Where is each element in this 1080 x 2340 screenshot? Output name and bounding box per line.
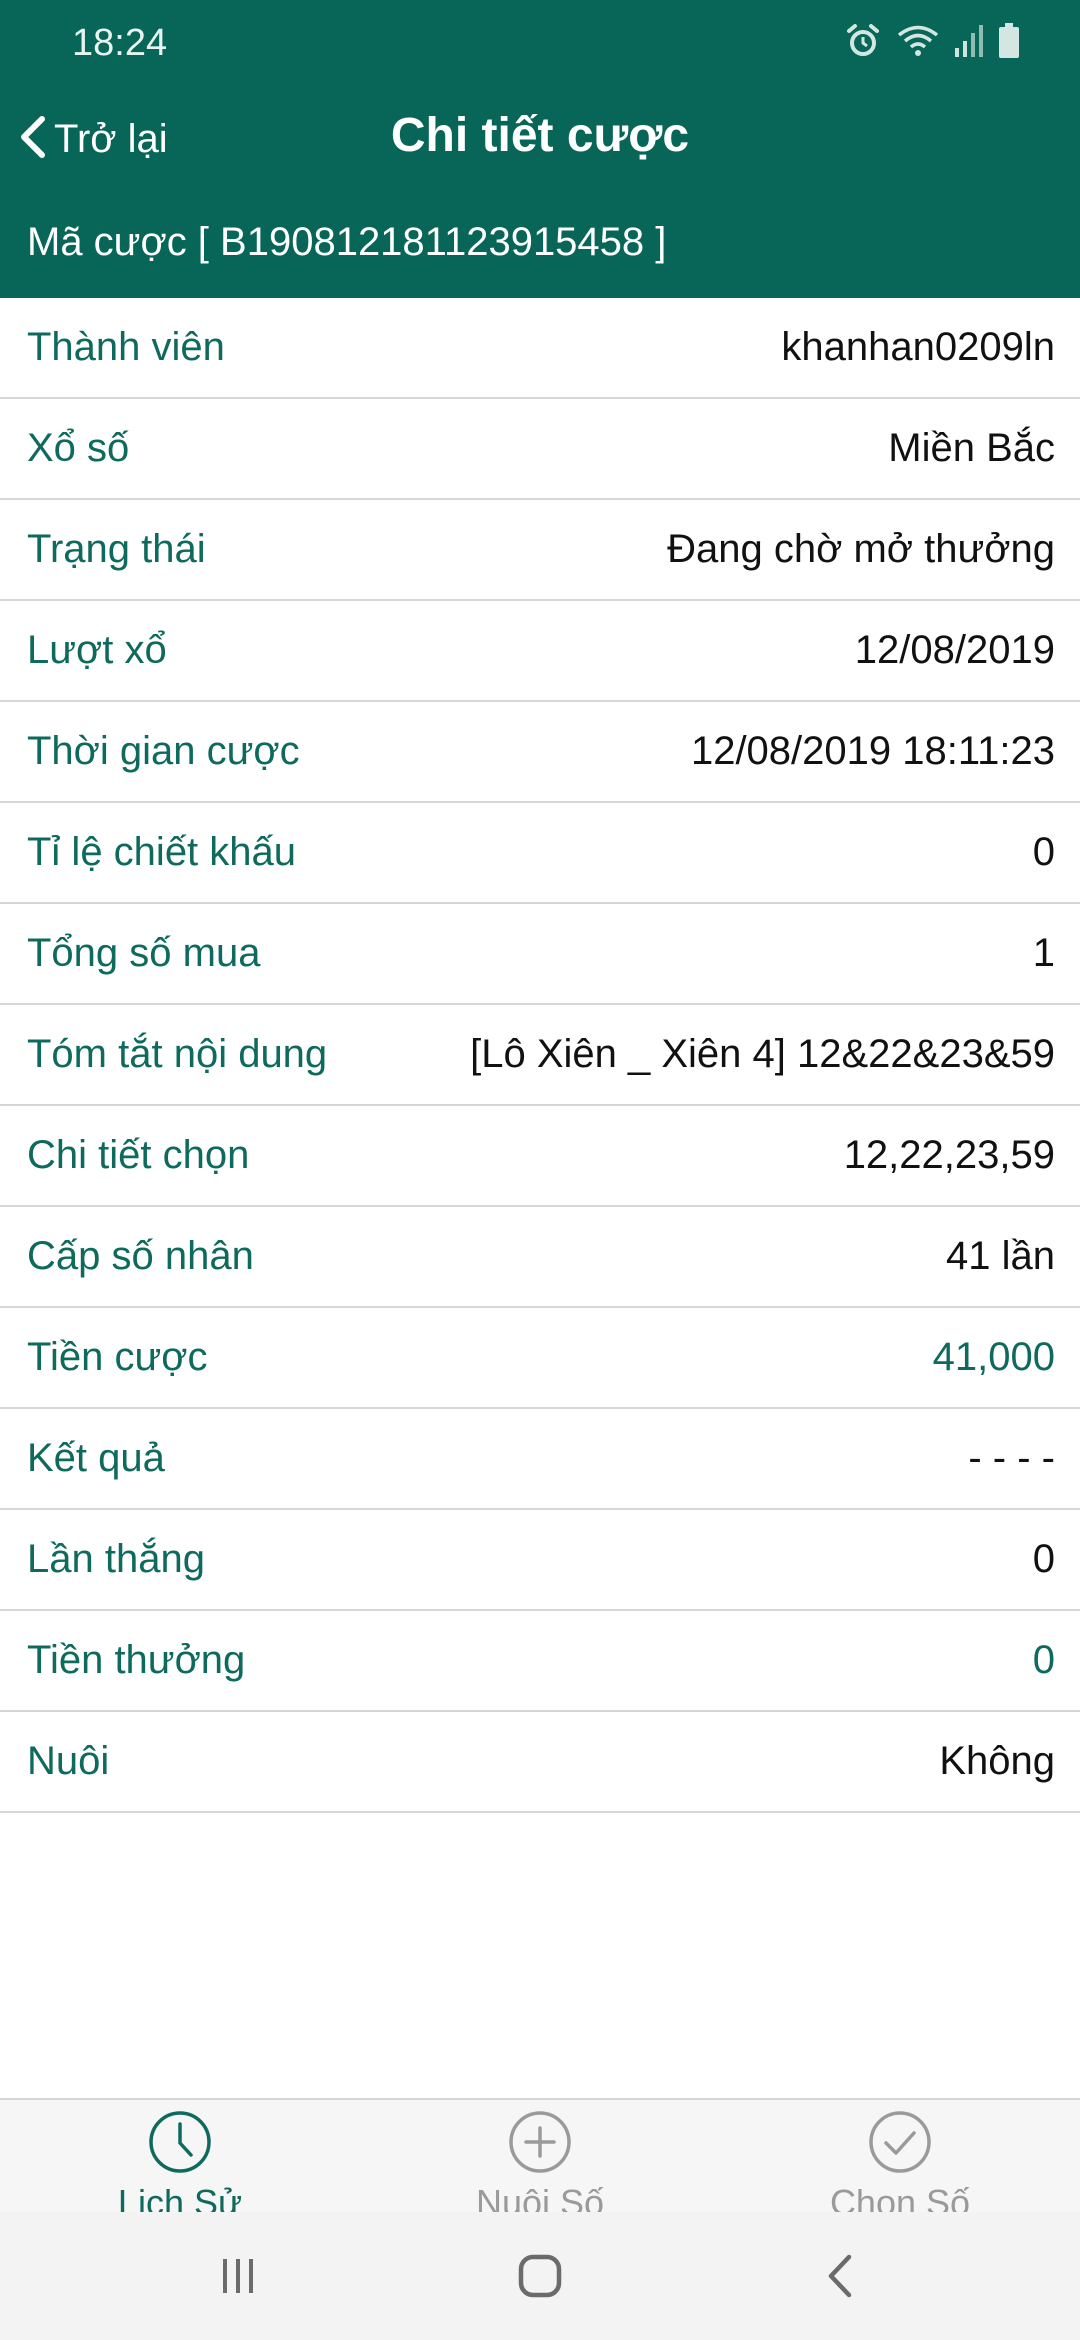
bet-code: Mã cược [ B190812181123915458 ] (27, 220, 667, 264)
detail-row-total-bought: Tổng số mua 1 (0, 904, 1080, 1005)
detail-value: 1 (1032, 931, 1055, 975)
home-icon[interactable] (510, 2246, 570, 2306)
detail-value: khanhan0209ln (781, 325, 1055, 369)
system-navigation-bar (0, 2212, 1080, 2340)
detail-row-selection: Chi tiết chọn 12,22,23,59 (0, 1106, 1080, 1207)
signal-icon (954, 24, 984, 58)
alarm-icon (844, 22, 882, 60)
detail-label: Cấp số nhân (27, 1234, 254, 1278)
detail-label: Tiền cược (27, 1335, 208, 1379)
detail-label: Trạng thái (27, 527, 206, 571)
battery-icon (998, 23, 1020, 59)
detail-row-member: Thành viên khanhan0209ln (0, 298, 1080, 399)
detail-row-multiplier: Cấp số nhân 41 lần (0, 1207, 1080, 1308)
detail-label: Tiền thưởng (27, 1638, 246, 1682)
tab-pick-numbers[interactable]: Chọn Số (720, 2100, 1080, 2223)
detail-row-prize: Tiền thưởng 0 (0, 1611, 1080, 1712)
plus-circle-icon (507, 2109, 573, 2180)
status-icons (844, 22, 1020, 60)
detail-label: Lượt xổ (27, 628, 167, 672)
page-title: Chi tiết cược (390, 109, 690, 162)
detail-value: Không (939, 1739, 1055, 1783)
detail-label: Nuôi (27, 1739, 110, 1783)
detail-label: Tỉ lệ chiết khấu (27, 830, 297, 874)
clock-icon (147, 2109, 213, 2180)
detail-row-lottery: Xổ số Miền Bắc (0, 399, 1080, 500)
detail-row-raise: Nuôi Không (0, 1712, 1080, 1813)
detail-value: - - - - (968, 1436, 1055, 1480)
header: 18:24 Trở lại Chi tiết cược Mã cược [B1… (0, 0, 1080, 298)
detail-label: Thành viên (27, 325, 225, 369)
detail-value: 41,000 (932, 1335, 1055, 1379)
wifi-icon (896, 23, 940, 59)
back-icon[interactable] (812, 2246, 872, 2306)
detail-label: Thời gian cược (27, 729, 300, 773)
status-bar: 18:24 (0, 0, 1080, 90)
detail-value: 41 lần (946, 1234, 1055, 1278)
detail-value: 0 (1032, 830, 1055, 874)
detail-value: 0 (1032, 1537, 1055, 1581)
detail-row-discount: Tỉ lệ chiết khấu 0 (0, 803, 1080, 904)
detail-value: Miền Bắc (888, 426, 1055, 470)
detail-value: 12/08/2019 (854, 628, 1055, 672)
detail-row-wins: Lần thắng 0 (0, 1510, 1080, 1611)
detail-list: Thành viên khanhan0209ln Xổ số Miền Bắc … (0, 298, 1080, 1813)
app-screen: 18:24 Trở lại Chi tiết cược Mã cược [B1… (0, 0, 1080, 2340)
check-circle-icon (867, 2109, 933, 2180)
nav-bar: Trở lại Chi tiết cược (0, 90, 1080, 190)
detail-row-result: Kết quả - - - - (0, 1409, 1080, 1510)
detail-label: Kết quả (27, 1436, 165, 1480)
detail-row-status: Trạng thái Đang chờ mở thưởng (0, 500, 1080, 601)
detail-value: 12/08/2019 18:11:23 (690, 729, 1055, 773)
recent-apps-icon[interactable] (208, 2246, 268, 2306)
bottom-tab-bar: Lịch Sử Nuôi Số Chọn Số (0, 2098, 1080, 2223)
detail-label: Chi tiết chọn (27, 1133, 250, 1177)
status-time: 18:24 (72, 22, 168, 64)
tab-raise-numbers[interactable]: Nuôi Số (360, 2100, 720, 2223)
detail-row-summary: Tóm tắt nội dung [Lô Xiên _ Xiên 4] 12&2… (0, 1005, 1080, 1106)
detail-label: Tổng số mua (27, 931, 261, 975)
detail-label: Xổ số (27, 426, 130, 470)
detail-label: Lần thắng (27, 1537, 205, 1581)
detail-value: 0 (1032, 1638, 1055, 1682)
detail-row-bet-amount: Tiền cược 41,000 (0, 1308, 1080, 1409)
tab-history[interactable]: Lịch Sử (0, 2100, 360, 2223)
detail-label: Tóm tắt nội dung (27, 1032, 328, 1076)
detail-value: 12,22,23,59 (843, 1133, 1055, 1177)
detail-row-draw: Lượt xổ 12/08/2019 (0, 601, 1080, 702)
detail-value: [Lô Xiên _ Xiên 4] 12&22&23&59 (470, 1032, 1055, 1076)
detail-row-bet-time: Thời gian cược 12/08/2019 18:11:23 (0, 702, 1080, 803)
detail-value: Đang chờ mở thưởng (667, 527, 1055, 571)
